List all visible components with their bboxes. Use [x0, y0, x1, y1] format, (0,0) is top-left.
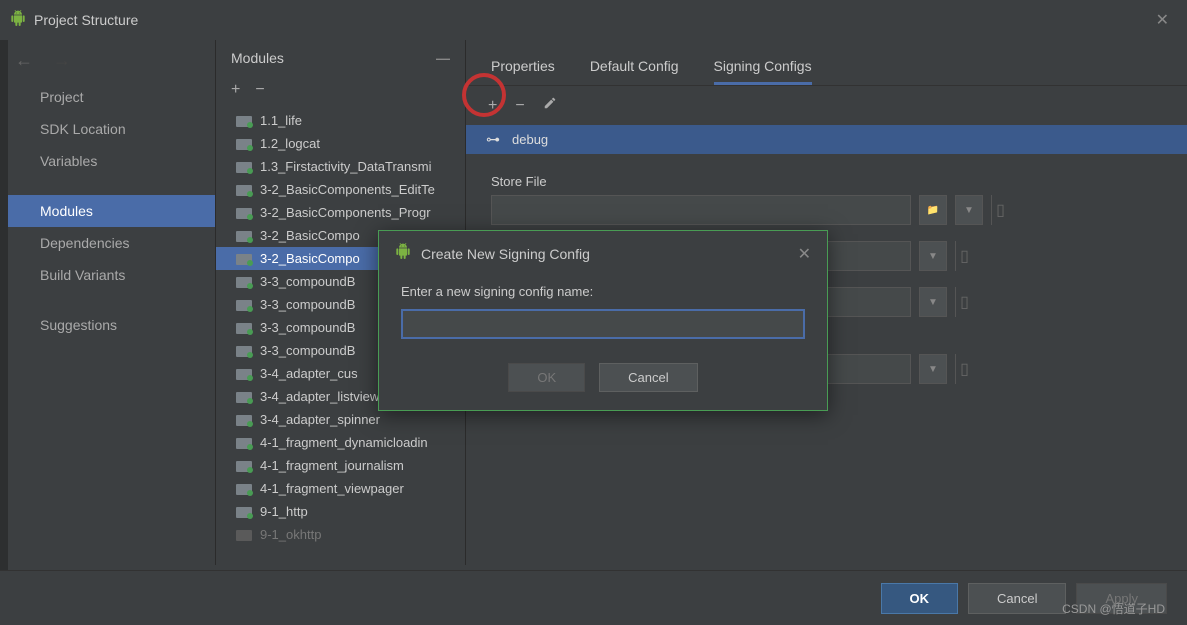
- window-close-icon[interactable]: ✕: [1148, 6, 1177, 34]
- folder-icon: [236, 252, 252, 265]
- folder-icon: [236, 413, 252, 426]
- sidebar-item-dependencies[interactable]: Dependencies: [0, 227, 215, 259]
- android-icon: [395, 243, 411, 264]
- sidebar-item-modules[interactable]: Modules: [0, 195, 215, 227]
- cancel-button[interactable]: Cancel: [968, 583, 1066, 614]
- collapse-icon[interactable]: —: [436, 50, 450, 66]
- tab-signing-configs[interactable]: Signing Configs: [714, 50, 812, 85]
- folder-icon: [236, 114, 252, 127]
- nav-back-icon[interactable]: ←: [15, 50, 33, 71]
- android-icon: [10, 10, 26, 31]
- module-item[interactable]: 1.2_logcat: [216, 132, 465, 155]
- ok-button[interactable]: OK: [881, 583, 959, 614]
- aux-icon[interactable]: ▯: [955, 287, 973, 317]
- add-module-icon[interactable]: +: [231, 81, 240, 99]
- titlebar: Project Structure ✕: [0, 0, 1187, 40]
- dialog-cancel-button[interactable]: Cancel: [599, 363, 697, 392]
- dropdown-icon[interactable]: ▼: [919, 287, 947, 317]
- module-item[interactable]: 4-1_fragment_dynamicloadin: [216, 431, 465, 454]
- modules-header: Modules —: [216, 40, 465, 76]
- module-item[interactable]: 3-2_BasicComponents_EditTe: [216, 178, 465, 201]
- dialog-header: Create New Signing Config ✕: [379, 231, 827, 276]
- folder-icon: [236, 298, 252, 311]
- aux-icon[interactable]: ▯: [955, 354, 973, 384]
- module-item[interactable]: 4-1_fragment_viewpager: [216, 477, 465, 500]
- tab-properties[interactable]: Properties: [491, 50, 555, 85]
- add-config-icon[interactable]: +: [488, 97, 497, 115]
- sidebar-item-project[interactable]: Project: [0, 81, 215, 113]
- module-item[interactable]: 4-1_fragment_journalism: [216, 454, 465, 477]
- folder-icon: [236, 275, 252, 288]
- dialog-title: Create New Signing Config: [421, 246, 798, 262]
- folder-icon: [236, 436, 252, 449]
- window-title: Project Structure: [34, 12, 1148, 28]
- key-icon: ⊶: [486, 131, 500, 148]
- sidebar-item-variables[interactable]: Variables: [0, 145, 215, 177]
- module-item[interactable]: 9-1_okhttp: [216, 523, 465, 546]
- config-row-debug[interactable]: ⊶ debug: [466, 125, 1187, 154]
- tabs: Properties Default Config Signing Config…: [466, 40, 1187, 86]
- content-toolbar: + −: [466, 86, 1187, 125]
- dialog-close-icon[interactable]: ✕: [798, 244, 811, 264]
- module-item[interactable]: 3-2_BasicComponents_Progr: [216, 201, 465, 224]
- config-label: debug: [512, 132, 548, 147]
- folder-icon: [236, 321, 252, 334]
- folder-icon: [236, 344, 252, 357]
- folder-icon: [236, 390, 252, 403]
- input-store-file[interactable]: [491, 195, 911, 225]
- module-item[interactable]: 9-1_http: [216, 500, 465, 523]
- sidebar-item-sdk-location[interactable]: SDK Location: [0, 113, 215, 145]
- tab-default-config[interactable]: Default Config: [590, 50, 679, 85]
- browse-folder-icon[interactable]: 📁: [919, 195, 947, 225]
- modules-toolbar: + −: [216, 76, 465, 109]
- dropdown-icon[interactable]: ▼: [919, 241, 947, 271]
- remove-module-icon[interactable]: −: [255, 81, 264, 99]
- dialog-footer: OK Cancel: [379, 355, 827, 410]
- sidebar-item-suggestions[interactable]: Suggestions: [0, 309, 215, 341]
- nav-arrows: ← →: [0, 40, 215, 81]
- dialog-body: Enter a new signing config name:: [379, 276, 827, 355]
- folder-icon: [236, 206, 252, 219]
- edit-config-icon[interactable]: [543, 96, 557, 115]
- module-item[interactable]: 1.1_life: [216, 109, 465, 132]
- dropdown-icon[interactable]: ▼: [919, 354, 947, 384]
- folder-icon: [236, 229, 252, 242]
- nav-forward-icon[interactable]: →: [53, 50, 71, 71]
- folder-icon: [236, 482, 252, 495]
- label-store-file: Store File: [491, 174, 1162, 189]
- folder-icon: [236, 183, 252, 196]
- folder-icon: [236, 528, 252, 541]
- aux-icon[interactable]: ▯: [991, 195, 1009, 225]
- dialog-name-input[interactable]: [401, 309, 805, 339]
- folder-icon: [236, 505, 252, 518]
- remove-config-icon[interactable]: −: [515, 97, 524, 115]
- apply-button[interactable]: Apply: [1076, 583, 1167, 614]
- dialog-prompt: Enter a new signing config name:: [401, 284, 805, 299]
- folder-icon: [236, 367, 252, 380]
- folder-icon: [236, 137, 252, 150]
- folder-icon: [236, 459, 252, 472]
- modules-title: Modules: [231, 50, 436, 66]
- aux-icon[interactable]: ▯: [955, 241, 973, 271]
- module-item[interactable]: 1.3_Firstactivity_DataTransmi: [216, 155, 465, 178]
- field-store-file: Store File 📁 ▼ ▯: [491, 174, 1162, 225]
- dialog-ok-button[interactable]: OK: [508, 363, 585, 392]
- sidebar: ← → Project SDK Location Variables Modul…: [0, 40, 215, 565]
- dropdown-icon[interactable]: ▼: [955, 195, 983, 225]
- footer: OK Cancel Apply: [0, 570, 1187, 625]
- left-strip: [0, 40, 8, 625]
- sidebar-item-build-variants[interactable]: Build Variants: [0, 259, 215, 291]
- dialog-create-signing-config: Create New Signing Config ✕ Enter a new …: [378, 230, 828, 411]
- folder-icon: [236, 160, 252, 173]
- module-item[interactable]: 3-4_adapter_spinner: [216, 408, 465, 431]
